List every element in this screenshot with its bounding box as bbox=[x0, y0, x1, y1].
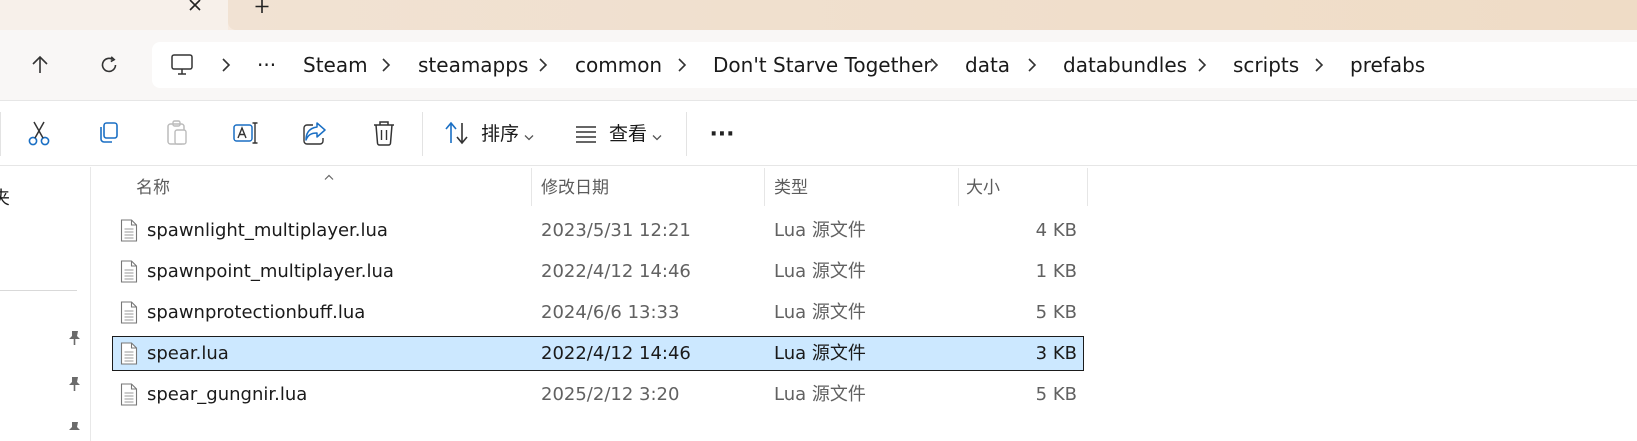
toolbar-divider bbox=[686, 112, 687, 156]
column-divider[interactable] bbox=[531, 168, 532, 206]
navigation-pane bbox=[0, 167, 90, 441]
breadcrumb-common[interactable]: common bbox=[575, 52, 662, 78]
file-type: Lua 源文件 bbox=[774, 343, 866, 364]
document-icon bbox=[120, 383, 138, 406]
share-icon[interactable] bbox=[300, 118, 330, 148]
sort-ascending-icon bbox=[323, 166, 335, 180]
pin-icon[interactable] bbox=[66, 329, 82, 347]
breadcrumb-scripts[interactable]: scripts bbox=[1233, 52, 1299, 78]
chevron-down-icon[interactable] bbox=[651, 128, 663, 141]
file-size: 5 KB bbox=[1035, 384, 1077, 405]
file-type: Lua 源文件 bbox=[774, 261, 866, 282]
breadcrumb-data[interactable]: data bbox=[965, 52, 1010, 78]
chevron-right-icon[interactable] bbox=[536, 55, 550, 75]
pin-icon[interactable] bbox=[66, 375, 82, 393]
chevron-right-icon[interactable] bbox=[379, 55, 393, 75]
file-name: spear.lua bbox=[147, 343, 229, 364]
breadcrumb-steamapps[interactable]: steamapps bbox=[418, 52, 528, 78]
cut-icon[interactable] bbox=[24, 118, 54, 148]
column-divider[interactable] bbox=[958, 168, 959, 206]
nav-item-label-partial[interactable]: 夹 bbox=[0, 187, 10, 211]
file-name: spawnlight_multiplayer.lua bbox=[147, 220, 388, 241]
toolbar-divider bbox=[0, 112, 1, 156]
file-type: Lua 源文件 bbox=[774, 302, 866, 323]
chevron-right-icon[interactable] bbox=[675, 55, 689, 75]
file-size: 3 KB bbox=[1035, 343, 1077, 364]
file-name: spear_gungnir.lua bbox=[147, 384, 308, 405]
view-button-label[interactable]: 查看 bbox=[609, 120, 647, 148]
delete-icon[interactable] bbox=[369, 118, 399, 148]
file-row[interactable]: spawnprotectionbuff.lua 2024/6/6 13:33 L… bbox=[113, 296, 1083, 329]
file-name: spawnpoint_multiplayer.lua bbox=[147, 261, 394, 282]
file-date: 2022/4/12 14:46 bbox=[541, 343, 691, 364]
tab-strip-empty bbox=[228, 0, 1637, 30]
column-divider[interactable] bbox=[1087, 168, 1088, 206]
file-size: 4 KB bbox=[1035, 220, 1077, 241]
copy-icon[interactable] bbox=[93, 118, 123, 148]
refresh-icon[interactable] bbox=[91, 47, 127, 83]
chevron-right-icon[interactable] bbox=[1312, 55, 1326, 75]
file-row-selected[interactable]: spear.lua 2022/4/12 14:46 Lua 源文件 3 KB bbox=[112, 336, 1084, 371]
toolbar-divider bbox=[422, 112, 423, 156]
chevron-right-icon[interactable] bbox=[1025, 55, 1039, 75]
column-header-date[interactable]: 修改日期 bbox=[541, 176, 609, 200]
pane-divider[interactable] bbox=[90, 167, 91, 441]
file-row[interactable]: spawnlight_multiplayer.lua 2023/5/31 12:… bbox=[113, 214, 1083, 247]
file-row[interactable]: spawnpoint_multiplayer.lua 2022/4/12 14:… bbox=[113, 255, 1083, 288]
breadcrumb-databundles[interactable]: databundles bbox=[1063, 52, 1187, 78]
sort-icon[interactable] bbox=[442, 118, 472, 148]
rename-icon[interactable] bbox=[231, 118, 261, 148]
sort-button-label[interactable]: 排序 bbox=[481, 120, 519, 148]
column-header-name[interactable]: 名称 bbox=[136, 176, 170, 200]
column-header-type[interactable]: 类型 bbox=[774, 176, 808, 200]
pin-icon[interactable] bbox=[66, 420, 82, 441]
breadcrumb-dont-starve-together[interactable]: Don't Starve Together bbox=[713, 52, 932, 78]
file-date: 2022/4/12 14:46 bbox=[541, 261, 691, 282]
breadcrumb-steam[interactable]: Steam bbox=[303, 52, 368, 78]
file-date: 2025/2/12 3:20 bbox=[541, 384, 680, 405]
file-size: 1 KB bbox=[1035, 261, 1077, 282]
chevron-down-icon[interactable] bbox=[523, 128, 535, 141]
chevron-right-icon[interactable] bbox=[927, 55, 941, 75]
file-date: 2024/6/6 13:33 bbox=[541, 302, 680, 323]
plus-icon[interactable] bbox=[252, 0, 272, 16]
close-icon[interactable] bbox=[185, 0, 207, 16]
file-date: 2023/5/31 12:21 bbox=[541, 220, 691, 241]
paste-icon[interactable] bbox=[162, 118, 192, 148]
file-type: Lua 源文件 bbox=[774, 220, 866, 241]
file-row[interactable]: spear_gungnir.lua 2025/2/12 3:20 Lua 源文件… bbox=[113, 378, 1083, 411]
column-header-size[interactable]: 大小 bbox=[966, 176, 1000, 200]
chevron-right-icon[interactable] bbox=[219, 55, 233, 75]
document-icon bbox=[120, 342, 138, 365]
file-name: spawnprotectionbuff.lua bbox=[147, 302, 366, 323]
file-type: Lua 源文件 bbox=[774, 384, 866, 405]
breadcrumb-more[interactable]: ··· bbox=[257, 52, 276, 78]
nav-divider bbox=[0, 290, 77, 291]
monitor-icon[interactable] bbox=[170, 52, 194, 78]
document-icon bbox=[120, 219, 138, 242]
view-icon[interactable] bbox=[571, 118, 601, 148]
document-icon bbox=[120, 260, 138, 283]
arrow-up-icon[interactable] bbox=[22, 47, 58, 83]
breadcrumb-prefabs[interactable]: prefabs bbox=[1350, 52, 1425, 78]
chevron-right-icon[interactable] bbox=[1195, 55, 1209, 75]
file-size: 5 KB bbox=[1035, 302, 1077, 323]
document-icon bbox=[120, 301, 138, 324]
tab-strip bbox=[0, 0, 1637, 30]
more-options-button[interactable]: ··· bbox=[706, 121, 738, 149]
column-divider[interactable] bbox=[764, 168, 765, 206]
